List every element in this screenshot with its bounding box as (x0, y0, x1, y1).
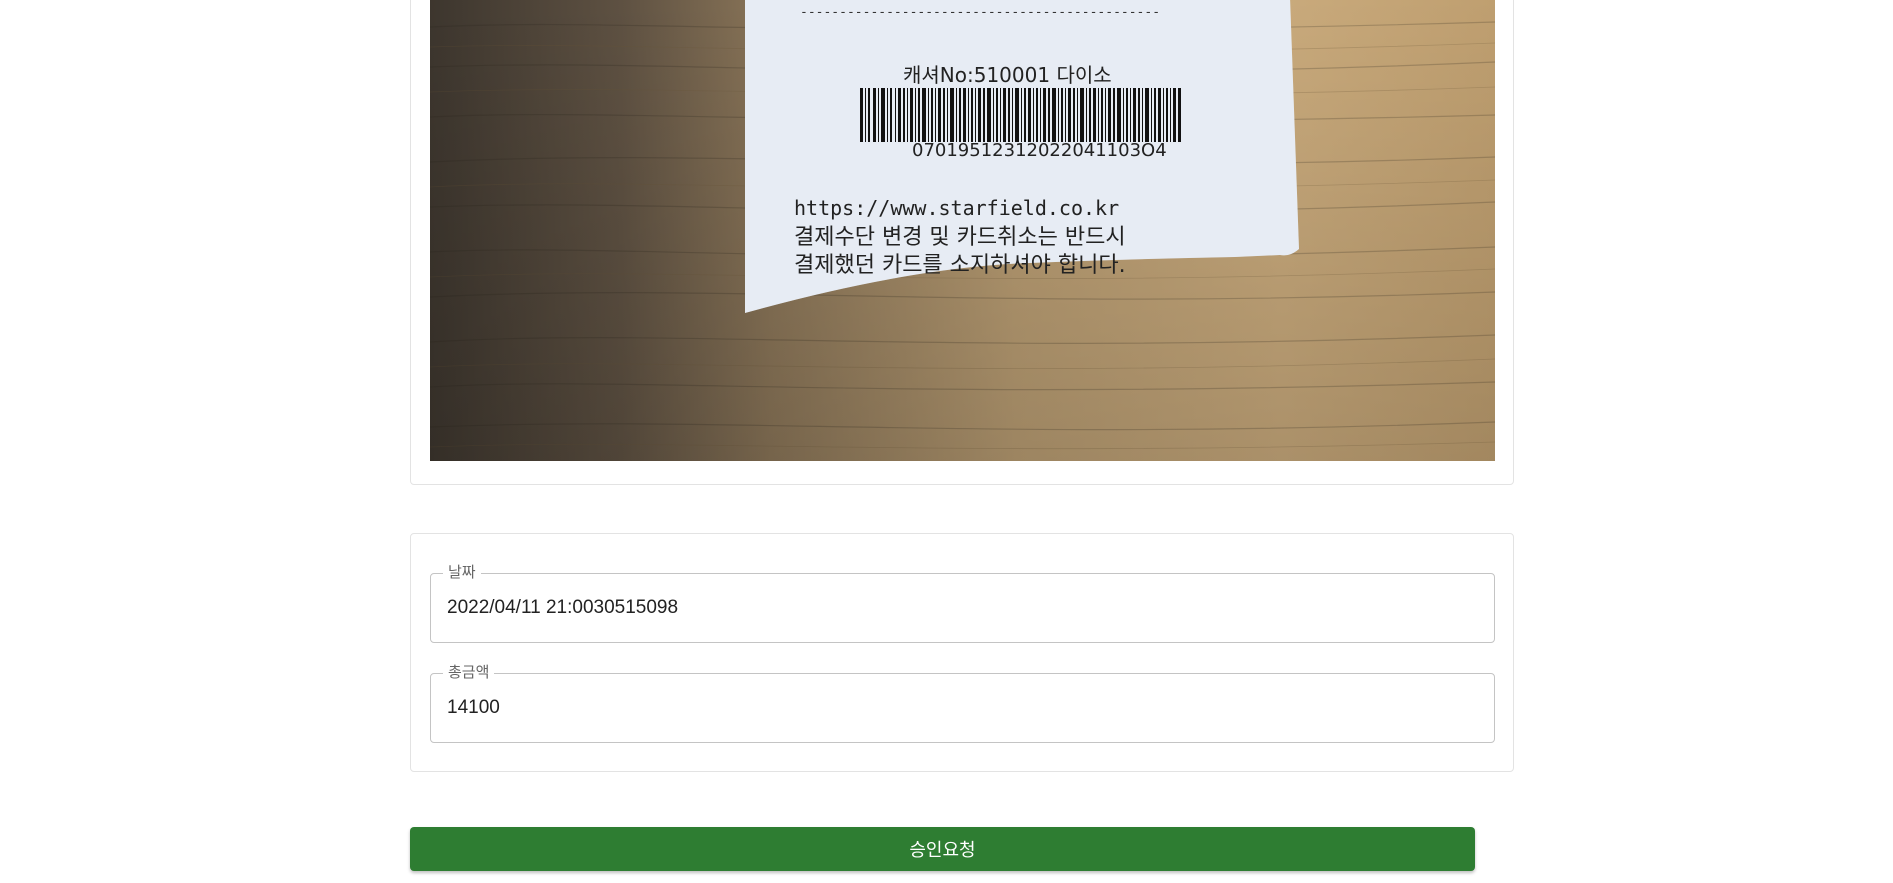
receipt-image-card (410, 0, 1514, 485)
receipt-photo (430, 0, 1495, 461)
total-amount-input[interactable] (447, 674, 1478, 742)
page: ----------------------------------------… (0, 0, 1893, 883)
approval-request-button[interactable]: 승인요청 (410, 827, 1475, 871)
date-input[interactable] (447, 574, 1478, 642)
receipt-form-card: 날짜 총금액 (410, 533, 1514, 772)
date-field: 날짜 (430, 564, 1495, 643)
total-amount-field: 총금액 (430, 664, 1495, 743)
